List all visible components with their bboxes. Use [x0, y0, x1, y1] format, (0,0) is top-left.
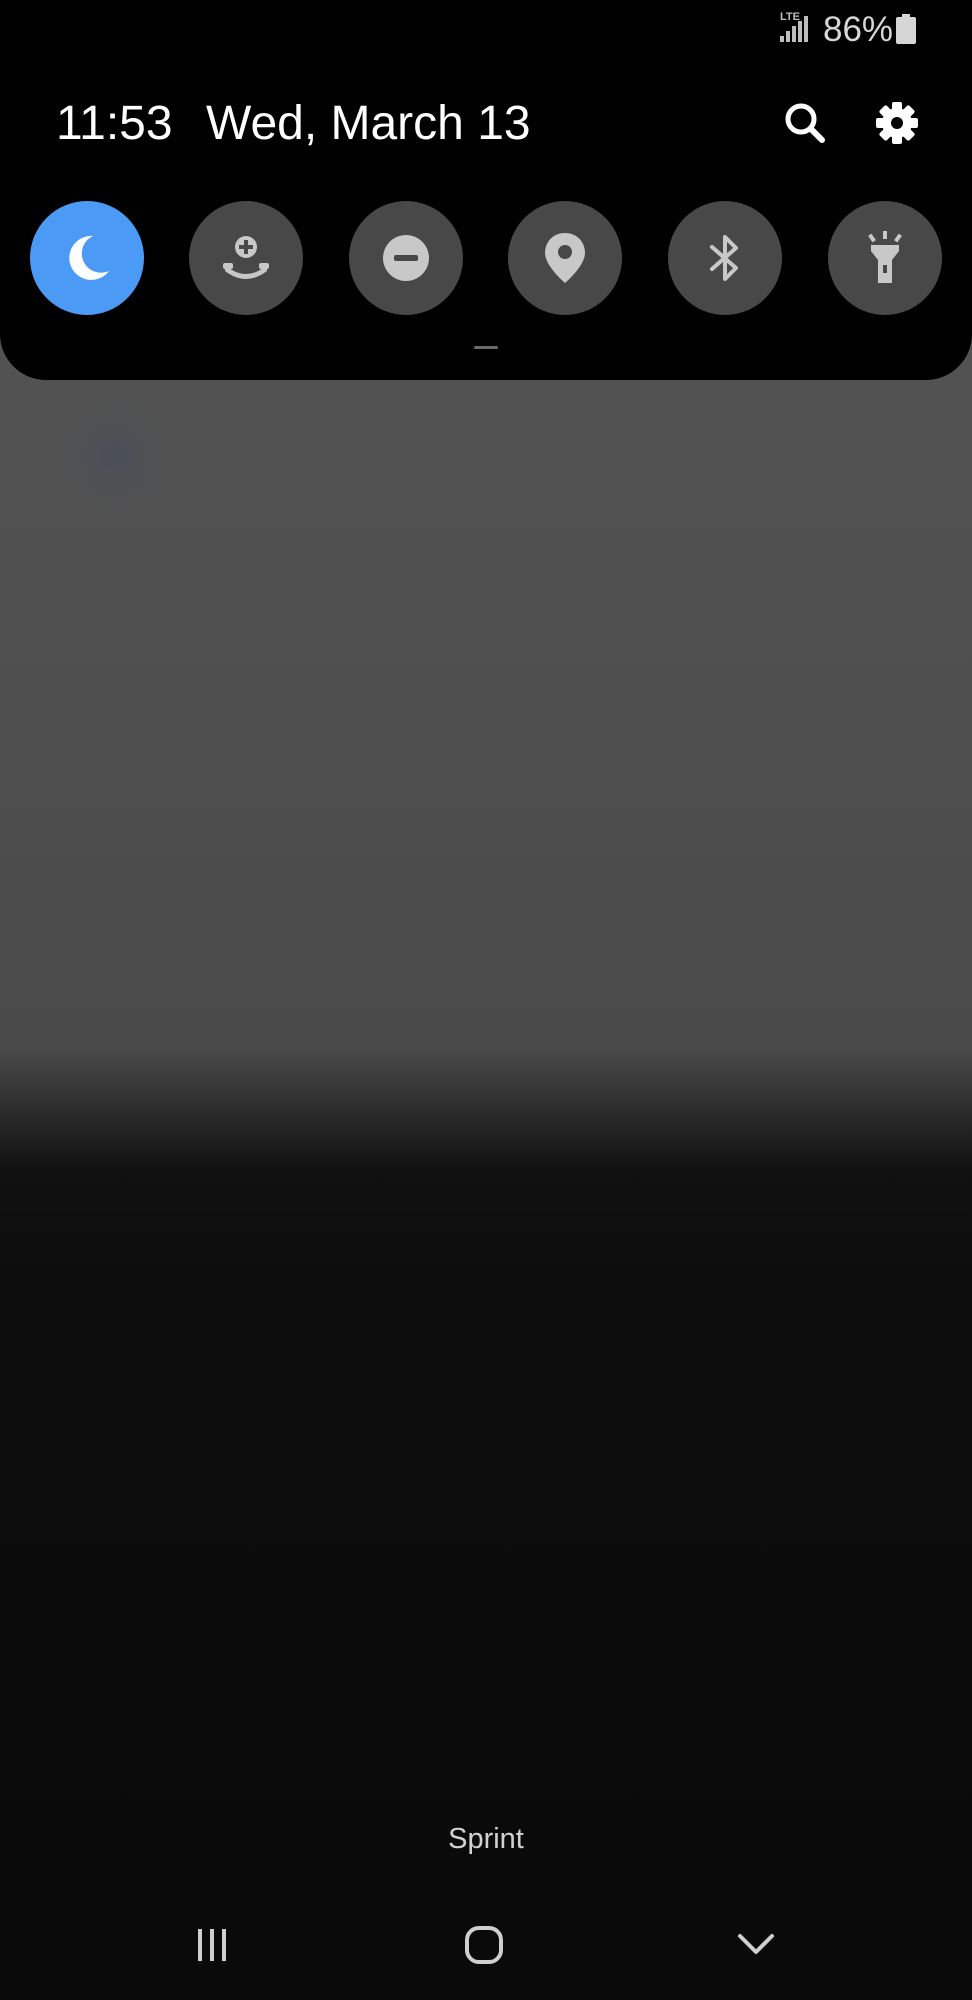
- bluetooth-icon: [710, 235, 738, 281]
- panel-expand-handle[interactable]: [474, 346, 498, 349]
- carrier-label: Sprint: [448, 1823, 524, 1855]
- back-button[interactable]: [716, 1915, 796, 1975]
- settings-button[interactable]: [872, 98, 922, 148]
- clock: 11:53: [56, 97, 173, 150]
- mobile-hotspot-icon: [223, 236, 269, 279]
- flashlight-icon: [868, 231, 902, 283]
- tile-flashlight[interactable]: [828, 201, 942, 315]
- quick-panel: 11:53 Wed, March 13: [0, 58, 972, 380]
- search-button[interactable]: [780, 98, 830, 148]
- home-button[interactable]: [444, 1915, 524, 1975]
- tile-bluetooth[interactable]: [668, 201, 782, 315]
- tile-location[interactable]: [508, 201, 622, 315]
- location-pin-icon: [545, 233, 585, 283]
- status-bar: LTE 86%: [0, 0, 972, 58]
- home-icon: [465, 1926, 503, 1964]
- tile-do-not-disturb[interactable]: [349, 201, 463, 315]
- recents-icon: [198, 1929, 226, 1961]
- notification-shade-screen: LTE 86% 11:53 Wed, March 13 Sprint: [0, 0, 972, 2000]
- chevron-down-icon: [738, 1934, 774, 1954]
- tile-mobile-hotspot[interactable]: [189, 201, 303, 315]
- recents-button[interactable]: [172, 1915, 252, 1975]
- tile-blue-light-filter[interactable]: [30, 201, 144, 315]
- do-not-disturb-icon: [383, 235, 429, 281]
- cellular-signal-icon: [780, 16, 808, 42]
- date: Wed, March 13: [206, 97, 531, 150]
- battery-percentage: 86%: [823, 10, 894, 49]
- moon-icon: [69, 235, 109, 280]
- blurred-background: [60, 400, 170, 510]
- gear-icon: [876, 102, 918, 144]
- search-icon: [785, 103, 825, 143]
- battery-icon: [896, 14, 916, 44]
